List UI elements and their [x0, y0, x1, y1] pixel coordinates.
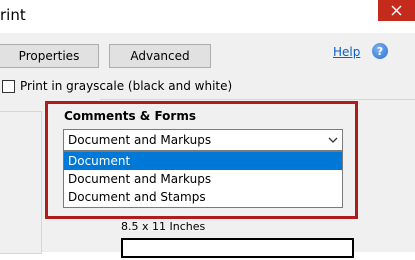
dropdown-option-document[interactable]: Document	[64, 152, 342, 170]
grayscale-checkbox[interactable]	[2, 79, 15, 93]
left-settings-panel	[0, 111, 42, 254]
comments-forms-select[interactable]: Document and Markups	[63, 129, 343, 151]
paper-size-label: 8.5 x 11 Inches	[121, 220, 206, 233]
title-bar: rint	[0, 0, 415, 33]
chevron-down-icon	[328, 137, 338, 143]
select-current-value: Document and Markups	[68, 133, 212, 147]
grayscale-option[interactable]: Print in grayscale (black and white)	[0, 78, 232, 94]
comments-forms-dropdown-list: Document Document and Markups Document a…	[63, 151, 343, 208]
help-question-icon[interactable]: ?	[372, 43, 388, 59]
dropdown-option-document-and-stamps[interactable]: Document and Stamps	[64, 188, 342, 206]
properties-button[interactable]: Properties	[0, 44, 99, 68]
help-link[interactable]: Help	[333, 45, 360, 59]
dropdown-option-document-and-markups[interactable]: Document and Markups	[64, 170, 342, 188]
window-title: rint	[0, 6, 26, 24]
page-preview	[121, 238, 354, 258]
advanced-button[interactable]: Advanced	[109, 44, 211, 68]
grayscale-label: Print in grayscale (black and white)	[20, 79, 233, 93]
comments-forms-label: Comments & Forms	[64, 109, 196, 123]
close-button[interactable]	[378, 0, 415, 21]
close-icon	[391, 5, 402, 16]
